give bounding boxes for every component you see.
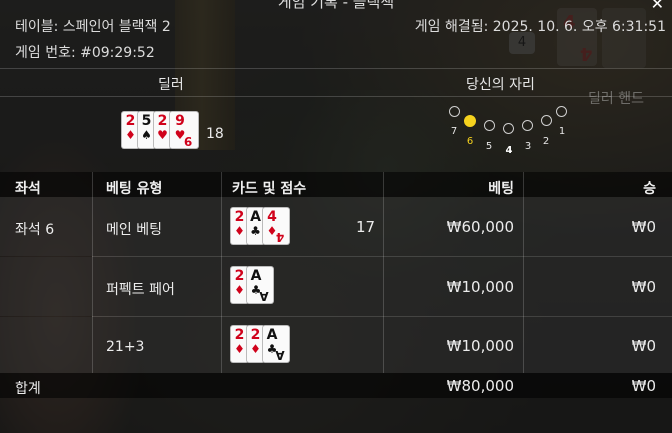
resolved-time: 게임 해결됨: 2025. 10. 6. 오후 6:31:51 xyxy=(414,19,666,35)
playing-card: 2 ♦ xyxy=(122,112,139,148)
column-divider xyxy=(383,172,384,373)
playing-card: A ♣ A xyxy=(247,267,273,303)
seat-name: 좌석 6 xyxy=(15,222,55,238)
playing-card: 2 ♦ xyxy=(231,208,248,244)
header-win: 승 xyxy=(643,181,656,197)
close-icon[interactable]: ✕ xyxy=(651,0,664,13)
seat-number: 6 xyxy=(466,136,474,147)
bet-type: 21+3 xyxy=(106,339,145,355)
header-bet-type: 베팅 유형 xyxy=(106,181,163,197)
total-win: ₩0 xyxy=(631,377,656,395)
table-header xyxy=(0,172,672,197)
playing-card: 2 ♦ xyxy=(231,267,248,303)
table-footer xyxy=(0,373,672,398)
bet-amount: ₩10,000 xyxy=(446,337,514,355)
header-cards: 카드 및 점수 xyxy=(232,181,307,197)
playing-card: 2 ♥ xyxy=(154,112,171,148)
column-divider xyxy=(92,172,93,373)
title-bar: 게임 기록 - 블랙잭 xyxy=(0,0,672,10)
win-amount: ₩0 xyxy=(631,278,656,296)
hand-score: 17 xyxy=(356,218,376,236)
column-divider xyxy=(221,172,222,373)
playing-card: 2 ♦ xyxy=(247,326,264,362)
bet-type: 퍼펙트 페어 xyxy=(106,282,175,298)
table-row xyxy=(0,197,672,256)
playing-card: 5 ♠ xyxy=(138,112,155,148)
table-row xyxy=(0,257,672,316)
seat-1-marker xyxy=(556,106,567,117)
header-bet: 베팅 xyxy=(488,181,514,197)
seat-number: 2 xyxy=(542,136,550,147)
seat-number: 5 xyxy=(485,141,493,152)
playing-card: A ♣ xyxy=(247,208,264,244)
seat-2-marker xyxy=(541,115,552,126)
win-amount: ₩0 xyxy=(631,337,656,355)
total-bet: ₩80,000 xyxy=(446,377,514,395)
bet-amount: ₩10,000 xyxy=(446,278,514,296)
playing-card: A ♣ A xyxy=(263,326,289,362)
column-divider xyxy=(523,172,524,373)
divider xyxy=(0,68,672,69)
seat-7-marker xyxy=(449,106,460,117)
window-title: 게임 기록 - 블랙잭 xyxy=(277,0,395,10)
total-label: 합계 xyxy=(15,381,41,397)
dealer-score: 18 xyxy=(206,126,224,142)
seat-4-marker xyxy=(503,123,514,134)
seat-number: 7 xyxy=(450,126,458,137)
seat-number: 4 xyxy=(505,145,513,156)
seat-3-marker xyxy=(522,120,533,131)
seat-5-marker xyxy=(484,120,495,131)
seats-label: 당신의 자리 xyxy=(466,77,535,93)
bet-type: 메인 베팅 xyxy=(106,222,162,238)
table-row xyxy=(0,317,672,373)
table-name: 테이블: 스페인어 블랙잭 2 xyxy=(15,19,171,35)
background-dealer-hand-label: 딜러 핸드 xyxy=(588,91,644,107)
seat-number: 1 xyxy=(558,126,566,137)
seat-number: 3 xyxy=(524,141,532,152)
bet-amount: ₩60,000 xyxy=(446,218,514,236)
playing-card: 9 ♥ 9 xyxy=(170,112,198,148)
dealer-label: 딜러 xyxy=(158,77,184,93)
win-amount: ₩0 xyxy=(631,218,656,236)
game-id: 게임 번호: #09:29:52 xyxy=(15,45,155,61)
seat-6-marker xyxy=(464,115,476,127)
divider xyxy=(0,96,672,97)
header-seat: 좌석 xyxy=(15,181,41,197)
playing-card: 4 ♦ 4 xyxy=(263,208,289,244)
playing-card: 2 ♦ xyxy=(231,326,248,362)
